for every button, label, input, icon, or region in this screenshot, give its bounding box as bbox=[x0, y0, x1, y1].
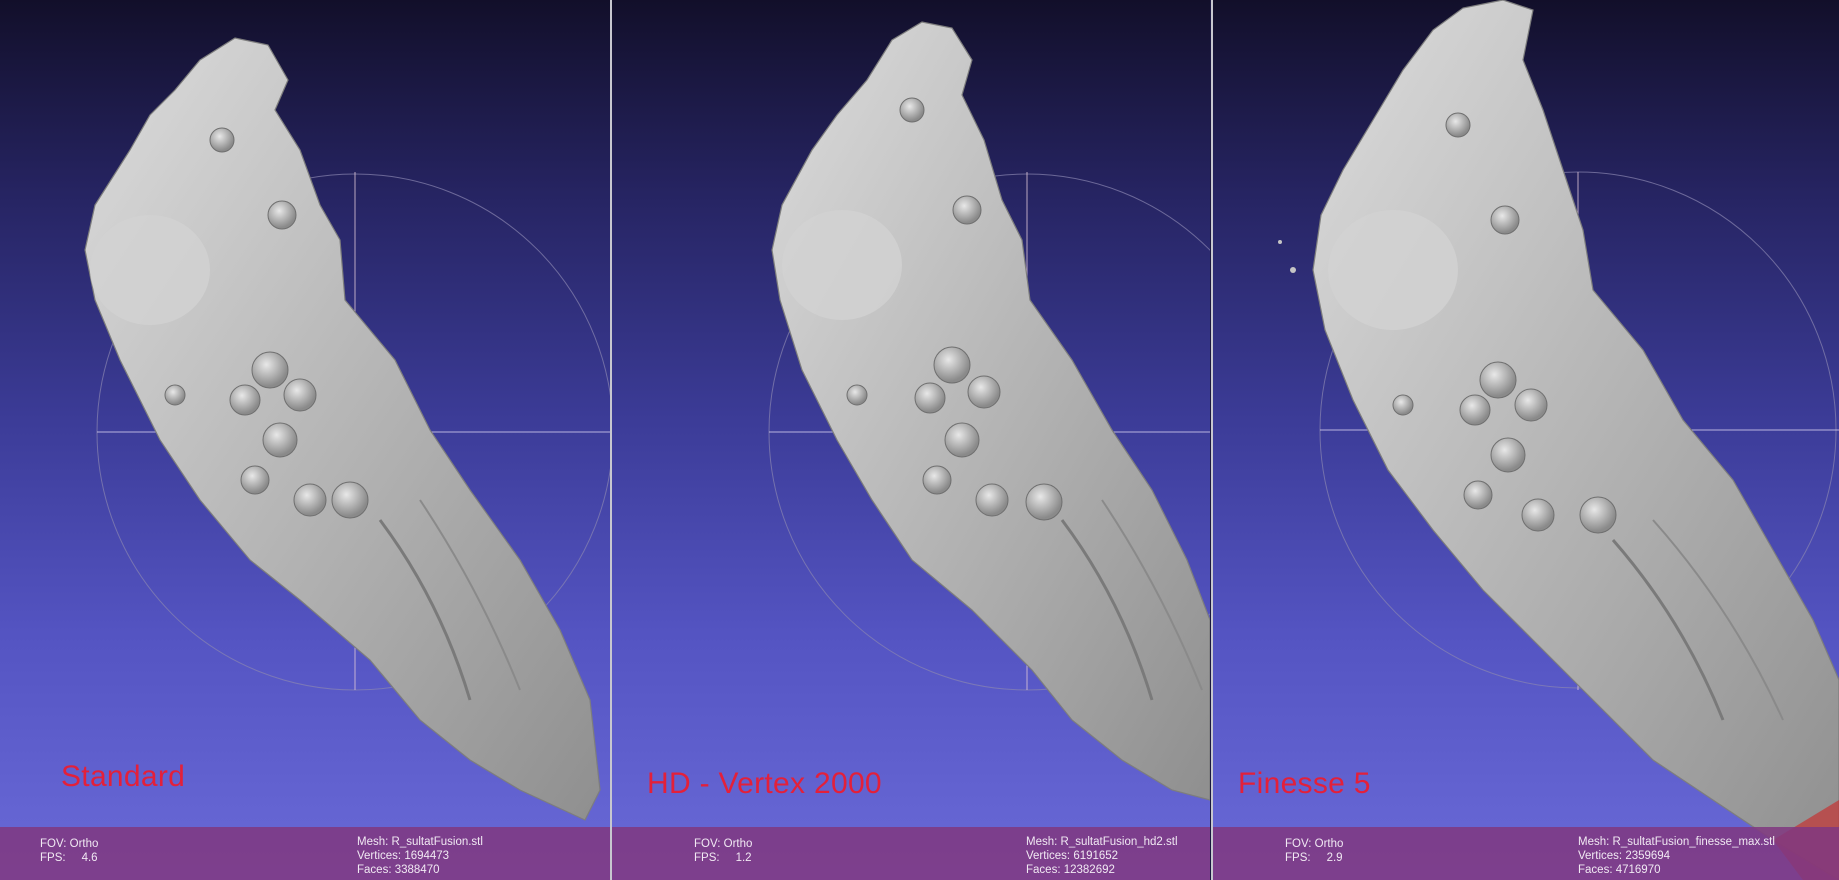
fps-label: FPS: bbox=[40, 852, 66, 864]
vertices-value: 6191652 bbox=[1073, 850, 1119, 862]
viewport-hd-vertex[interactable]: HD - Vertex 2000 FOV: Ortho FPS: 1.2 Mesh… bbox=[612, 0, 1210, 880]
info-right: Mesh: R_sultatFusion_finesse_max.stl Ver… bbox=[1578, 835, 1775, 877]
viewport-finesse[interactable]: Finesse 5 FOV: Ortho FPS: 2.9 Mesh: R_sul… bbox=[1213, 0, 1839, 880]
panel-caption: HD - Vertex 2000 bbox=[647, 767, 882, 800]
fov-label: FOV: bbox=[40, 838, 67, 850]
info-bar: FOV: Ortho FPS: 2.9 Mesh: R_sultatFusion_… bbox=[1213, 827, 1839, 880]
mesh-label: Mesh: bbox=[1578, 836, 1610, 848]
info-right: Mesh: R_sultatFusion.stl Vertices: 16944… bbox=[357, 835, 483, 877]
vertices-value: 2359694 bbox=[1625, 850, 1671, 862]
mesh-name: R_sultatFusion_finesse_max.stl bbox=[1612, 836, 1775, 848]
info-right: Mesh: R_sultatFusion_hd2.stl Vertices: 6… bbox=[1026, 835, 1178, 877]
fov-value: Ortho bbox=[723, 838, 753, 850]
mesh-model-icon bbox=[1278, 0, 1839, 880]
vertices-value: 1694473 bbox=[404, 850, 450, 862]
panel-caption: Finesse 5 bbox=[1238, 767, 1371, 800]
info-bar: FOV: Ortho FPS: 4.6 Mesh: R_sultatFusion.… bbox=[0, 827, 610, 880]
faces-value: 3388470 bbox=[394, 864, 440, 876]
mesh-name: R_sultatFusion_hd2.stl bbox=[1060, 836, 1178, 848]
info-left: FOV: Ortho FPS: 2.9 bbox=[1285, 837, 1343, 865]
fov-label: FOV: bbox=[1285, 838, 1312, 850]
info-left: FOV: Ortho FPS: 1.2 bbox=[694, 837, 752, 865]
mesh-label: Mesh: bbox=[1026, 836, 1058, 848]
mesh-model-icon bbox=[771, 21, 1210, 801]
faces-value: 12382692 bbox=[1063, 864, 1115, 876]
mesh-scene[interactable] bbox=[612, 0, 1210, 880]
fps-label: FPS: bbox=[1285, 852, 1311, 864]
info-left: FOV: Ortho FPS: 4.6 bbox=[40, 837, 98, 865]
vertices-label: Vertices: bbox=[357, 850, 402, 862]
faces-label: Faces: bbox=[357, 864, 392, 876]
fps-value: 2.9 bbox=[1326, 852, 1343, 864]
faces-label: Faces: bbox=[1026, 864, 1061, 876]
fps-label: FPS: bbox=[694, 852, 720, 864]
panel-caption: Standard bbox=[61, 760, 186, 793]
viewport-standard[interactable]: Standard FOV: Ortho FPS: 4.6 Mesh: R_sult… bbox=[0, 0, 610, 880]
mesh-scene[interactable] bbox=[1213, 0, 1839, 880]
fps-value: 1.2 bbox=[735, 852, 752, 864]
vertices-label: Vertices: bbox=[1026, 850, 1071, 862]
vertices-label: Vertices: bbox=[1578, 850, 1623, 862]
fov-value: Ortho bbox=[69, 838, 99, 850]
mesh-scene[interactable] bbox=[0, 0, 610, 880]
faces-label: Faces: bbox=[1578, 864, 1613, 876]
fps-value: 4.6 bbox=[81, 852, 98, 864]
fov-label: FOV: bbox=[694, 838, 721, 850]
mesh-label: Mesh: bbox=[357, 836, 389, 848]
fov-value: Ortho bbox=[1314, 838, 1344, 850]
info-bar: FOV: Ortho FPS: 1.2 Mesh: R_sultatFusion_… bbox=[612, 827, 1210, 880]
mesh-model-icon bbox=[84, 37, 601, 821]
mesh-name: R_sultatFusion.stl bbox=[391, 836, 483, 848]
faces-value: 4716970 bbox=[1615, 864, 1661, 876]
